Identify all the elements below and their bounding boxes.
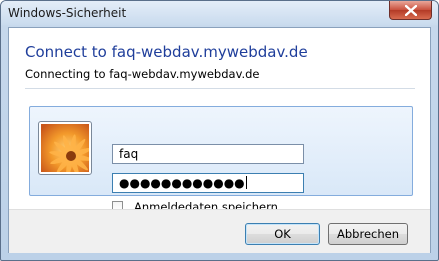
- dialog-subheading: Connecting to faq-webdav.mywebdav.de: [25, 67, 260, 81]
- cancel-button[interactable]: Abbrechen: [328, 223, 408, 245]
- credential-tile[interactable]: faq ●●●●●●●●●●●● Anmeldedaten speichern: [29, 106, 413, 214]
- button-bar: OK Abbrechen: [9, 209, 430, 253]
- dialog-content: Connect to faq-webdav.mywebdav.de Connec…: [8, 27, 431, 253]
- user-avatar: [38, 121, 92, 175]
- close-button[interactable]: [389, 1, 432, 20]
- separator: [25, 88, 415, 89]
- window-title: Windows-Sicherheit: [8, 6, 127, 20]
- dialog-heading: Connect to faq-webdav.mywebdav.de: [25, 43, 308, 61]
- username-value: faq: [119, 147, 139, 161]
- text-caret: [245, 176, 247, 189]
- ok-button[interactable]: OK: [245, 223, 320, 245]
- username-field[interactable]: faq: [112, 144, 304, 164]
- password-field[interactable]: ●●●●●●●●●●●●: [112, 173, 304, 193]
- password-value: ●●●●●●●●●●●●: [119, 176, 245, 190]
- close-icon: [405, 5, 417, 16]
- title-bar[interactable]: Windows-Sicherheit: [1, 1, 438, 25]
- user-avatar-flower-icon: [41, 124, 89, 172]
- security-dialog-window: Windows-Sicherheit Connect to faq-webdav…: [0, 0, 439, 261]
